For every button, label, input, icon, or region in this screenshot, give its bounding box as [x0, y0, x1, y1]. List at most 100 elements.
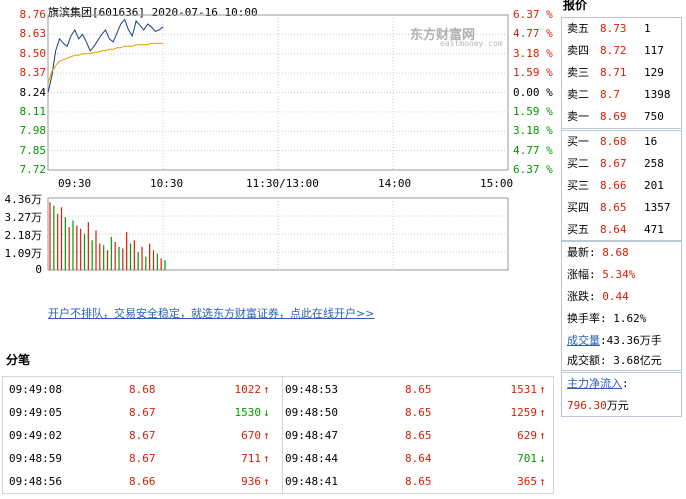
tick-row: 09:48:56 8.66 936 ↑: [9, 470, 279, 493]
volume-link[interactable]: 成交量: [567, 334, 600, 347]
time-tick-label: 14:00: [378, 177, 412, 190]
tick-row: 09:48:47 8.65 629 ↑: [285, 424, 555, 447]
change-value: 0.44: [602, 290, 629, 303]
change-pct-row: 涨幅: 5.34%: [562, 264, 683, 286]
order-level-label: 卖三: [567, 66, 589, 79]
tick-volume: 936: [241, 475, 261, 488]
time-tick-label: 10:30: [150, 177, 184, 190]
turnover-label: 换手率:: [567, 312, 607, 325]
arrow-up-icon: ↑: [539, 429, 546, 442]
tick-row: 09:48:50 8.65 1259 ↑: [285, 401, 555, 424]
price-tick-label: 8.24: [19, 85, 47, 99]
tick-price: 8.65: [405, 383, 432, 396]
buy-order-row: 买二 8.67 258: [562, 153, 683, 175]
change-pct-value: 5.34%: [602, 268, 636, 281]
change-label: 涨跌:: [567, 290, 596, 303]
sell-orders-box: 卖五 8.73 1 卖四 8.72 117 卖三 8.71 129 卖二 8.7 1398 卖一 8.69…: [561, 17, 682, 129]
percent-tick-label: 0.00 %: [513, 85, 553, 99]
tick-volume: 365: [517, 475, 537, 488]
tick-row: 09:48:53 8.65 1531 ↑: [285, 378, 555, 401]
order-volume: 471: [644, 223, 664, 236]
order-price: 8.66: [600, 179, 627, 192]
tick-time: 09:48:56: [9, 475, 62, 488]
netflow-link[interactable]: 主力净流入: [567, 377, 622, 390]
order-price: 8.67: [600, 157, 627, 170]
tick-volume: 1022: [234, 383, 262, 396]
latest-label: 最新:: [567, 246, 596, 259]
tick-time: 09:48:59: [9, 452, 62, 465]
arrow-up-icon: ↑: [263, 429, 270, 442]
tick-time: 09:48:50: [285, 406, 338, 419]
quote-panel: 报价 卖五 8.73 1 卖四 8.72 117 卖三 8.71 129 卖二 8.7 1398 卖一 8…: [559, 0, 686, 499]
order-level-label: 买五: [567, 223, 589, 236]
arrow-up-icon: ↑: [263, 475, 270, 488]
netflow-label-row: 主力净流入:: [562, 373, 683, 395]
price-tick-label: 8.37: [19, 66, 47, 80]
order-price: 8.73: [600, 22, 627, 35]
order-price: 8.64: [600, 223, 627, 236]
tick-volume: 701: [517, 452, 537, 465]
intraday-price-chart: [47, 14, 509, 271]
volume-tick-label: 3.27万: [4, 211, 43, 224]
order-volume: 750: [644, 110, 664, 123]
order-level-label: 卖五: [567, 22, 589, 35]
time-tick-label: 09:30: [58, 177, 92, 190]
percent-tick-label: 3.18 %: [513, 46, 553, 60]
open-account-promo-link[interactable]: 开户不排队，交易安全稳定，就选东方财富证券，点此在线开户>>: [48, 305, 374, 321]
buy-order-row: 买四 8.65 1357: [562, 197, 683, 219]
tick-price: 8.66: [129, 475, 156, 488]
netflow-unit: 万元: [606, 399, 629, 412]
latest-value: 8.68: [602, 246, 629, 259]
price-tick-label: 8.76: [19, 8, 47, 21]
tick-trades-table: 09:49:08 8.68 1022 ↑ 09:49:05 8.67 1530 ↓ 09:49:…: [2, 376, 554, 494]
price-tick-label: 8.11: [19, 104, 47, 118]
time-tick-label: 15:00: [480, 177, 514, 190]
tick-time: 09:49:08: [9, 383, 62, 396]
turnover-row: 换手率: 1.62%: [562, 308, 683, 330]
amount-label: 成交额:: [567, 354, 607, 367]
order-price: 8.65: [600, 201, 627, 214]
volume-tick-label: 4.36万: [4, 193, 43, 206]
tick-price: 8.68: [129, 383, 156, 396]
tick-price: 8.67: [129, 452, 156, 465]
tick-volume: 629: [517, 429, 537, 442]
tick-row: 09:49:08 8.68 1022 ↑: [9, 378, 279, 401]
tick-row: 09:49:02 8.67 670 ↑: [9, 424, 279, 447]
amount-row: 成交额: 3.68亿元: [562, 350, 683, 372]
tick-price: 8.67: [129, 429, 156, 442]
netflow-colon: :: [622, 377, 629, 390]
tick-price: 8.65: [405, 475, 432, 488]
price-tick-label: 7.85: [19, 143, 47, 157]
stats-box: 最新: 8.68 涨幅: 5.34% 涨跌: 0.44 换手率: 1.62% 成…: [561, 241, 682, 371]
order-volume: 117: [644, 44, 664, 57]
time-tick-label: 11:30/13:00: [246, 177, 319, 190]
arrow-up-icon: ↑: [539, 406, 546, 419]
percent-tick-label: 6.37 %: [513, 8, 553, 21]
order-level-label: 卖二: [567, 88, 589, 101]
percent-tick-label: 4.77 %: [513, 143, 553, 157]
tick-time: 09:49:05: [9, 406, 62, 419]
arrow-down-icon: ↓: [539, 452, 546, 465]
price-tick-label: 7.72: [19, 163, 47, 176]
percent-tick-label: 4.77 %: [513, 27, 553, 41]
average-price-line: [47, 42, 163, 84]
order-level-label: 卖一: [567, 110, 589, 123]
tick-price: 8.65: [405, 429, 432, 442]
amount-value: 3.68亿元: [613, 354, 662, 367]
sell-order-row: 卖四 8.72 117: [562, 40, 683, 62]
sell-order-row: 卖三 8.71 129: [562, 62, 683, 84]
order-price: 8.69: [600, 110, 627, 123]
price-line: [47, 18, 164, 93]
percent-tick-label: 6.37 %: [513, 163, 553, 176]
arrow-up-icon: ↑: [263, 452, 270, 465]
tick-time: 09:48:44: [285, 452, 338, 465]
tick-volume: 1259: [510, 406, 538, 419]
tick-row: 09:48:44 8.64 701 ↓: [285, 447, 555, 470]
order-volume: 201: [644, 179, 664, 192]
tick-price: 8.64: [405, 452, 432, 465]
order-volume: 129: [644, 66, 664, 79]
sell-order-row: 卖五 8.73 1: [562, 18, 683, 40]
arrow-down-icon: ↓: [263, 406, 270, 419]
price-tick-label: 7.98: [19, 124, 47, 138]
buy-order-row: 买一 8.68 16: [562, 131, 683, 153]
